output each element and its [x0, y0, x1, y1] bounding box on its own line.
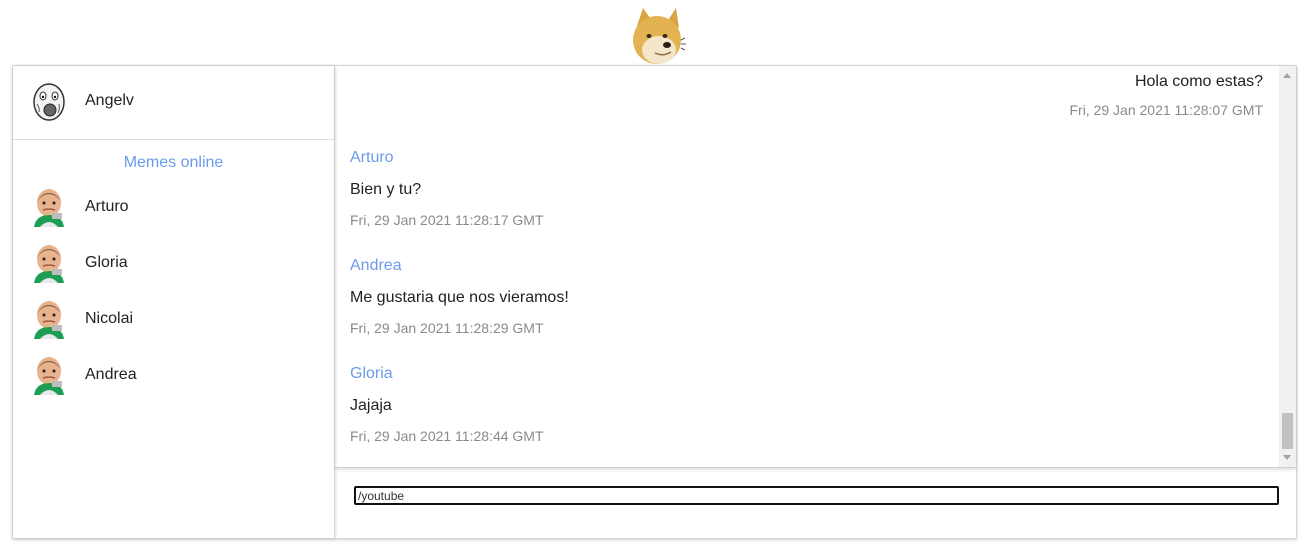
doge-logo-icon — [627, 6, 687, 66]
message-timestamp: Fri, 29 Jan 2021 11:28:44 GMT — [350, 428, 544, 444]
online-user-andrea[interactable]: Andrea — [13, 351, 334, 399]
message-author: Andrea — [350, 257, 402, 274]
message-scrollbar[interactable] — [1279, 66, 1296, 467]
message-timestamp: Fri, 29 Jan 2021 11:28:07 GMT — [1069, 102, 1263, 118]
message-input[interactable] — [354, 486, 1279, 505]
online-user-name: Andrea — [85, 366, 137, 383]
online-user-name: Nicolai — [85, 310, 134, 327]
message-text: Me gustaria que nos vieramos! — [350, 289, 569, 306]
scroll-up-arrow-icon[interactable] — [1283, 73, 1291, 78]
success-kid-avatar-icon — [32, 355, 66, 395]
message-author: Gloria — [350, 365, 393, 382]
success-kid-avatar-icon — [32, 243, 66, 283]
sidebar: Angelv Memes online Arturo Gloria Nicola… — [13, 66, 335, 538]
message-text: Jajaja — [350, 397, 392, 414]
scroll-down-arrow-icon[interactable] — [1283, 455, 1291, 460]
online-user-gloria[interactable]: Gloria — [13, 239, 334, 287]
message: Arturo Bien y tu? Fri, 29 Jan 2021 11:28… — [350, 149, 544, 228]
message-text: Bien y tu? — [350, 181, 422, 198]
current-user-name: Angelv — [85, 92, 134, 109]
success-kid-avatar-icon — [32, 187, 66, 227]
success-kid-avatar-icon — [32, 299, 66, 339]
message-timestamp: Fri, 29 Jan 2021 11:28:17 GMT — [350, 212, 544, 228]
trollface-avatar-icon — [31, 82, 67, 122]
message-timestamp: Fri, 29 Jan 2021 11:28:29 GMT — [350, 320, 544, 336]
online-user-name: Arturo — [85, 198, 129, 215]
chat-panel: Hola como estas? Fri, 29 Jan 2021 11:28:… — [335, 66, 1296, 538]
message-own: Hola como estas? Fri, 29 Jan 2021 11:28:… — [1069, 73, 1263, 118]
online-users-title: Memes online — [123, 154, 224, 171]
online-user-nicolai[interactable]: Nicolai — [13, 295, 334, 343]
message: Gloria Jajaja Fri, 29 Jan 2021 11:28:44 … — [350, 365, 544, 444]
chat-window: Angelv Memes online Arturo Gloria Nicola… — [12, 65, 1297, 539]
message-text: Hola como estas? — [1134, 73, 1263, 90]
message-list[interactable]: Hola como estas? Fri, 29 Jan 2021 11:28:… — [335, 66, 1296, 468]
message-author: Arturo — [350, 149, 394, 166]
scroll-thumb[interactable] — [1282, 413, 1293, 449]
online-user-name: Gloria — [85, 254, 128, 271]
online-user-arturo[interactable]: Arturo — [13, 183, 334, 231]
current-user: Angelv — [13, 66, 334, 140]
message: Andrea Me gustaria que nos vieramos! Fri… — [350, 257, 569, 336]
